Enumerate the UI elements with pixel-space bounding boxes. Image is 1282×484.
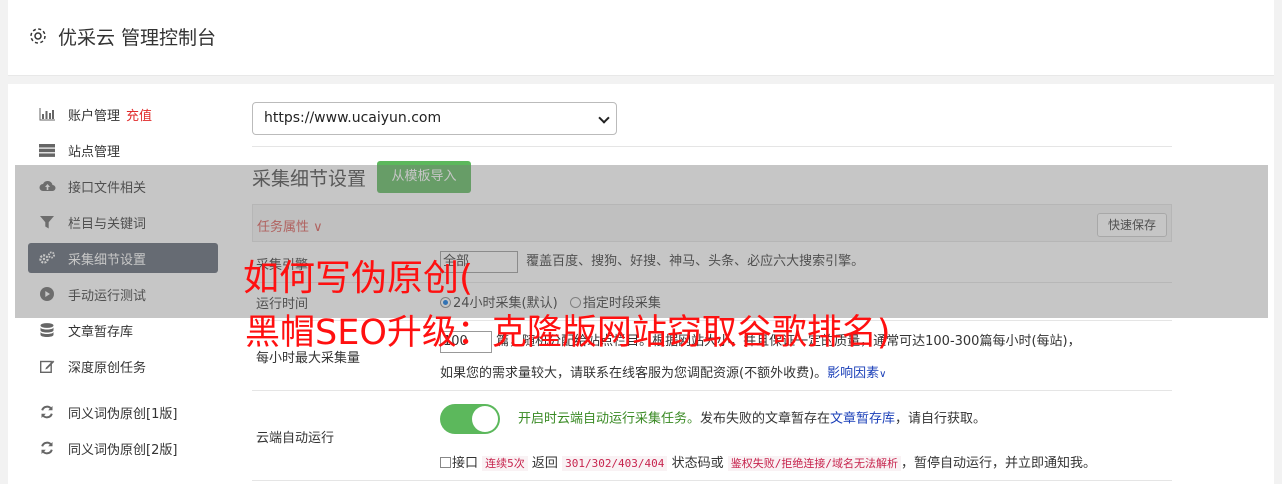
watermark-line-2: 黑帽SEO升级：克隆版网站窃取谷歌排名) [245, 313, 891, 353]
cloud-auto-text: ，请自行获取。 [895, 411, 987, 427]
top-header: 优采云 管理控制台 [8, 0, 1274, 76]
sidebar-item-deep-original[interactable]: 深度原创任务 [28, 351, 218, 381]
divider [252, 146, 1172, 147]
code-tag: 鉴权失败/拒绝连接/域名无法解析 [727, 456, 901, 471]
database-icon [38, 322, 56, 337]
bar-chart-icon [38, 107, 56, 121]
sidebar-item-label: 同义词伪原创[1版] [68, 406, 178, 422]
edit-icon [38, 359, 56, 373]
factors-link[interactable]: 影响因素∨ [827, 366, 886, 381]
gear-icon [30, 28, 46, 44]
server-icon [38, 143, 56, 157]
code-tag: 连续5次 [482, 456, 528, 471]
pause-text: ，暂停自动运行，并立即通知我。 [900, 456, 1096, 471]
watermark-overlay [15, 165, 1268, 318]
pause-text: 状态码或 [671, 456, 724, 471]
page-title: 优采云 管理控制台 [58, 27, 217, 49]
contact-text: 如果您的需求量较大，请联系在线客服为您调配资源(不额外收费)。 [440, 366, 828, 381]
row-divider [252, 390, 1172, 391]
sidebar-item-sites[interactable]: 站点管理 [28, 135, 218, 165]
recharge-link[interactable]: 充值 [126, 105, 152, 124]
cloud-auto-desc: 开启时云端自动运行采集任务。 [518, 411, 701, 427]
sidebar-item-label: 深度原创任务 [68, 360, 147, 376]
site-select[interactable]: https://www.ucaiyun.com [252, 102, 617, 135]
refresh-icon [38, 441, 56, 455]
sidebar-item-synonym-v2[interactable]: 同义词伪原创[2版] [28, 433, 218, 463]
sidebar-item-article-storage[interactable]: 文章暂存库 [28, 315, 218, 345]
pause-option-cell: 接口 连续5次 返回 301/302/403/404 状态码或 鉴权失败/拒绝连… [440, 452, 1096, 471]
code-tag: 301/302/403/404 [562, 456, 668, 471]
pause-checkbox[interactable] [440, 457, 451, 468]
sidebar-item-synonym-v1[interactable]: 同义词伪原创[1版] [28, 397, 218, 427]
cloud-auto-cell: 开启时云端自动运行采集任务。发布失败的文章暂存在文章暂存库，请自行获取。 [440, 404, 986, 434]
row-divider [252, 480, 1172, 481]
toggle-knob [472, 406, 498, 432]
storage-link[interactable]: 文章暂存库 [830, 412, 895, 427]
pause-text: 返回 [531, 456, 558, 471]
cloud-auto-text: 发布失败的文章暂存在 [700, 411, 831, 427]
refresh-icon [38, 405, 56, 419]
sidebar-item-label: 同义词伪原创[2版] [68, 442, 178, 458]
pause-label: 接口 [452, 456, 479, 471]
max-per-hour-cell-2: 如果您的需求量较大，请联系在线客服为您调配资源(不额外收费)。影响因素∨ [440, 362, 887, 381]
sidebar-item-label: 站点管理 [68, 144, 121, 160]
chevron-down-icon [598, 112, 610, 124]
sidebar-item-label: 账户管理 [68, 108, 121, 124]
sidebar-item-label: 文章暂存库 [68, 324, 134, 340]
site-select-value: https://www.ucaiyun.com [264, 110, 442, 126]
cloud-auto-label: 云端自动运行 [256, 431, 335, 446]
cloud-auto-toggle[interactable] [440, 404, 500, 434]
sidebar-item-account[interactable]: 账户管理 充值 [28, 99, 218, 129]
watermark-line-1: 如何写伪原创( [243, 258, 474, 299]
